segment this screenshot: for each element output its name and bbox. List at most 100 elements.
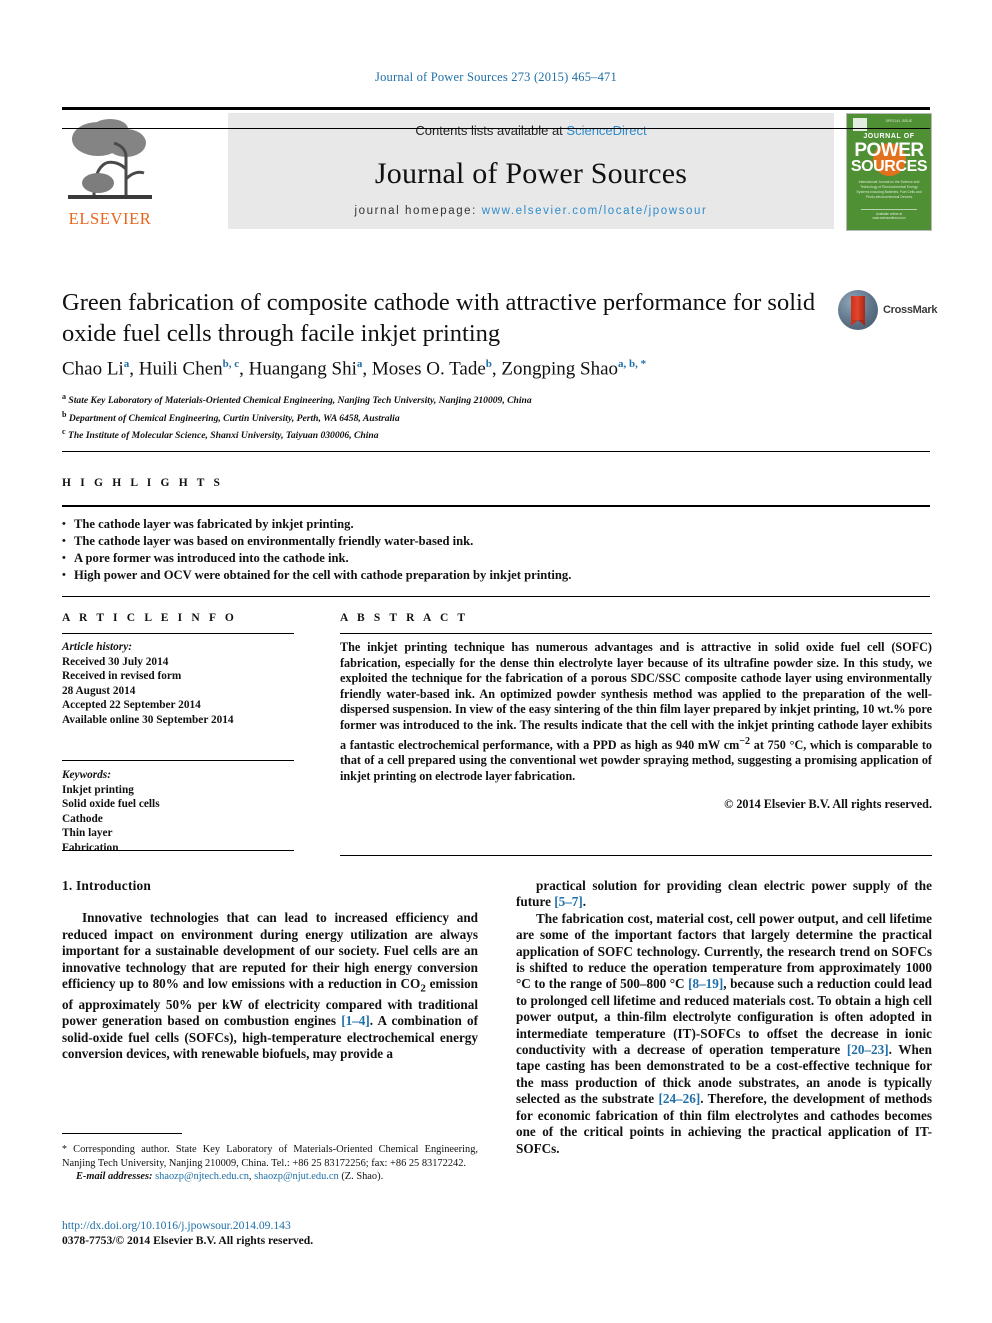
body-column-left: 1. Introduction Innovative technologies … bbox=[62, 878, 478, 1063]
footnote-rule bbox=[62, 1133, 182, 1134]
journal-title: Journal of Power Sources bbox=[374, 157, 688, 190]
highlights-top-rule bbox=[62, 451, 930, 452]
list-item: High power and OCV were obtained for the… bbox=[62, 567, 762, 584]
article-info-heading: A R T I C L E I N F O bbox=[62, 612, 237, 624]
author-affil-mark[interactable]: a bbox=[124, 358, 130, 370]
paragraph: The fabrication cost, material cost, cel… bbox=[516, 910, 933, 1156]
list-item: The cathode layer was based on environme… bbox=[62, 533, 762, 550]
masthead-bottom-rule bbox=[62, 128, 930, 129]
page-title: Green fabrication of composite cathode w… bbox=[62, 289, 816, 347]
paragraph: Innovative technologies that can lead to… bbox=[62, 910, 478, 1062]
keywords-column: Keywords: Inkjet printing Solid oxide fu… bbox=[62, 768, 294, 856]
masthead-top-rule bbox=[62, 107, 930, 110]
elsevier-tree-svg bbox=[64, 113, 156, 205]
crossmark-badge[interactable]: CrossMark bbox=[838, 290, 938, 332]
article-history-item: 28 August 2014 bbox=[62, 684, 136, 697]
affiliation-item: c The Institute of Molecular Science, Sh… bbox=[62, 425, 862, 443]
highlights-list: The cathode layer was fabricated by inkj… bbox=[62, 516, 762, 584]
corresponding-author-text: Corresponding author. State Key Laborato… bbox=[62, 1144, 478, 1169]
email-link-2[interactable]: shaozp@njut.edu.cn bbox=[254, 1171, 339, 1182]
cover-blurb-text: International Journal on the Science and… bbox=[856, 180, 922, 199]
email-label: E-mail addresses: bbox=[76, 1171, 153, 1183]
homepage-label: journal homepage: bbox=[354, 205, 482, 217]
highlights-heading: H I G H L I G H T S bbox=[62, 477, 224, 489]
homepage-url-link[interactable]: www.elsevier.com/locate/jpowsour bbox=[482, 205, 708, 217]
article-history-item: Available online 30 September 2014 bbox=[62, 713, 234, 726]
abstract-copyright: © 2014 Elsevier B.V. All rights reserved… bbox=[724, 797, 932, 812]
email-link-1[interactable]: shaozp@njtech.edu.cn bbox=[155, 1171, 249, 1182]
email-attribution: (Z. Shao). bbox=[341, 1171, 384, 1183]
keyword-item: Solid oxide fuel cells bbox=[62, 798, 160, 811]
keywords-top-rule bbox=[62, 760, 294, 761]
affiliation-mark: b bbox=[62, 409, 67, 419]
author-affil-mark[interactable]: a bbox=[357, 358, 363, 370]
elsevier-wordmark: ELSEVIER bbox=[68, 209, 152, 228]
journal-masthead: ELSEVIER Contents lists available at Sci… bbox=[62, 107, 932, 231]
contents-prefix: Contents lists available at bbox=[415, 123, 567, 138]
author-name: Huili Chen bbox=[138, 358, 223, 380]
list-item: A pore former was introduced into the ca… bbox=[62, 550, 762, 567]
affiliation-item: b Department of Chemical Engineering, Cu… bbox=[62, 408, 862, 426]
journal-homepage-line: journal homepage: www.elsevier.com/locat… bbox=[228, 205, 834, 217]
abstract-bottom-rule bbox=[340, 855, 932, 856]
paragraph: practical solution for providing clean e… bbox=[516, 878, 932, 910]
keyword-item: Cathode bbox=[62, 812, 103, 825]
author-name: Moses O. Tade bbox=[371, 358, 486, 380]
journal-cover-thumbnail: SPECIAL ISSUE JOURNAL OF POWER SOURCES I… bbox=[846, 113, 932, 231]
affiliation-text: The Institute of Molecular Science, Shan… bbox=[67, 430, 379, 442]
author-affil-mark[interactable]: b bbox=[486, 358, 492, 370]
crossmark-label: CrossMark bbox=[883, 304, 938, 316]
author-name: Zongping Shao bbox=[501, 358, 619, 380]
email-note: E-mail addresses: shaozp@njtech.edu.cn, … bbox=[76, 1171, 384, 1183]
contents-lists-line: Contents lists available at ScienceDirec… bbox=[228, 123, 834, 138]
keyword-item: Fabrication bbox=[62, 841, 119, 854]
affiliation-text: State Key Laboratory of Materials-Orient… bbox=[68, 395, 532, 407]
author-affil-mark[interactable]: b, c bbox=[223, 358, 240, 370]
keyword-item: Thin layer bbox=[62, 827, 113, 840]
article-history-item: Received 30 July 2014 bbox=[62, 655, 169, 668]
footnote-block: * Corresponding author. State Key Labora… bbox=[62, 1143, 478, 1184]
asterisk-icon: * bbox=[62, 1144, 67, 1155]
affiliation-text: Department of Chemical Engineering, Curt… bbox=[68, 412, 400, 424]
abstract-under-rule bbox=[340, 633, 932, 634]
author-name: Huangang Shi bbox=[248, 358, 357, 380]
elsevier-logo: ELSEVIER bbox=[62, 113, 158, 229]
author-name: Chao Li bbox=[62, 358, 124, 380]
list-item: The cathode layer was fabricated by inkj… bbox=[62, 516, 762, 533]
doi-block: http://dx.doi.org/10.1016/j.jpowsour.201… bbox=[62, 1218, 478, 1249]
article-history-label: Article history: bbox=[62, 641, 132, 653]
affiliation-mark: a bbox=[62, 392, 66, 401]
article-page: Journal of Power Sources 273 (2015) 465–… bbox=[0, 0, 992, 1323]
abstract-text: The inkjet printing technique has numero… bbox=[340, 640, 932, 783]
running-head: Journal of Power Sources 273 (2015) 465–… bbox=[375, 70, 617, 84]
masthead-center-panel: Contents lists available at ScienceDirec… bbox=[228, 113, 834, 229]
cover-elsevier-mark bbox=[853, 118, 867, 131]
issn-copyright-line: 0378-7753/© 2014 Elsevier B.V. All right… bbox=[62, 1234, 314, 1248]
keyword-item: Inkjet printing bbox=[62, 783, 134, 796]
cover-top-small-text: SPECIAL ISSUE bbox=[885, 119, 913, 123]
article-info-under-rule bbox=[62, 633, 294, 634]
elsevier-tree-icon bbox=[64, 113, 156, 205]
doi-link[interactable]: http://dx.doi.org/10.1016/j.jpowsour.201… bbox=[62, 1218, 478, 1233]
abstract-column: The inkjet printing technique has numero… bbox=[340, 640, 932, 813]
article-history-item: Accepted 22 September 2014 bbox=[62, 699, 201, 712]
affiliation-list: a State Key Laboratory of Materials-Orie… bbox=[62, 390, 862, 443]
affiliation-item: a State Key Laboratory of Materials-Orie… bbox=[62, 390, 862, 408]
article-history-item: Received in revised form bbox=[62, 670, 182, 683]
section-heading-introduction: 1. Introduction bbox=[62, 878, 152, 893]
title-block: Green fabrication of composite cathode w… bbox=[62, 287, 822, 349]
cover-sources-text: SOURCES bbox=[850, 158, 928, 175]
info-abstract-top-rule bbox=[62, 596, 930, 597]
sciencedirect-link[interactable]: ScienceDirect bbox=[566, 123, 646, 138]
affiliation-mark: c bbox=[62, 427, 66, 437]
cover-journal-of-text: JOURNAL OF bbox=[863, 133, 915, 140]
corresponding-author-note: * Corresponding author. State Key Labora… bbox=[62, 1143, 478, 1170]
highlights-under-rule bbox=[62, 505, 930, 507]
author-affil-mark[interactable]: a, b, * bbox=[618, 358, 646, 370]
keywords-bottom-rule bbox=[62, 850, 294, 851]
abstract-heading: A B S T R A C T bbox=[340, 612, 469, 624]
body-column-right: practical solution for providing clean e… bbox=[516, 878, 932, 1157]
cover-footer-text: Available online at www.sciencedirect.co… bbox=[861, 208, 917, 221]
keywords-label: Keywords: bbox=[62, 769, 111, 781]
article-info-column: Article history: Received 30 July 2014 R… bbox=[62, 640, 294, 728]
